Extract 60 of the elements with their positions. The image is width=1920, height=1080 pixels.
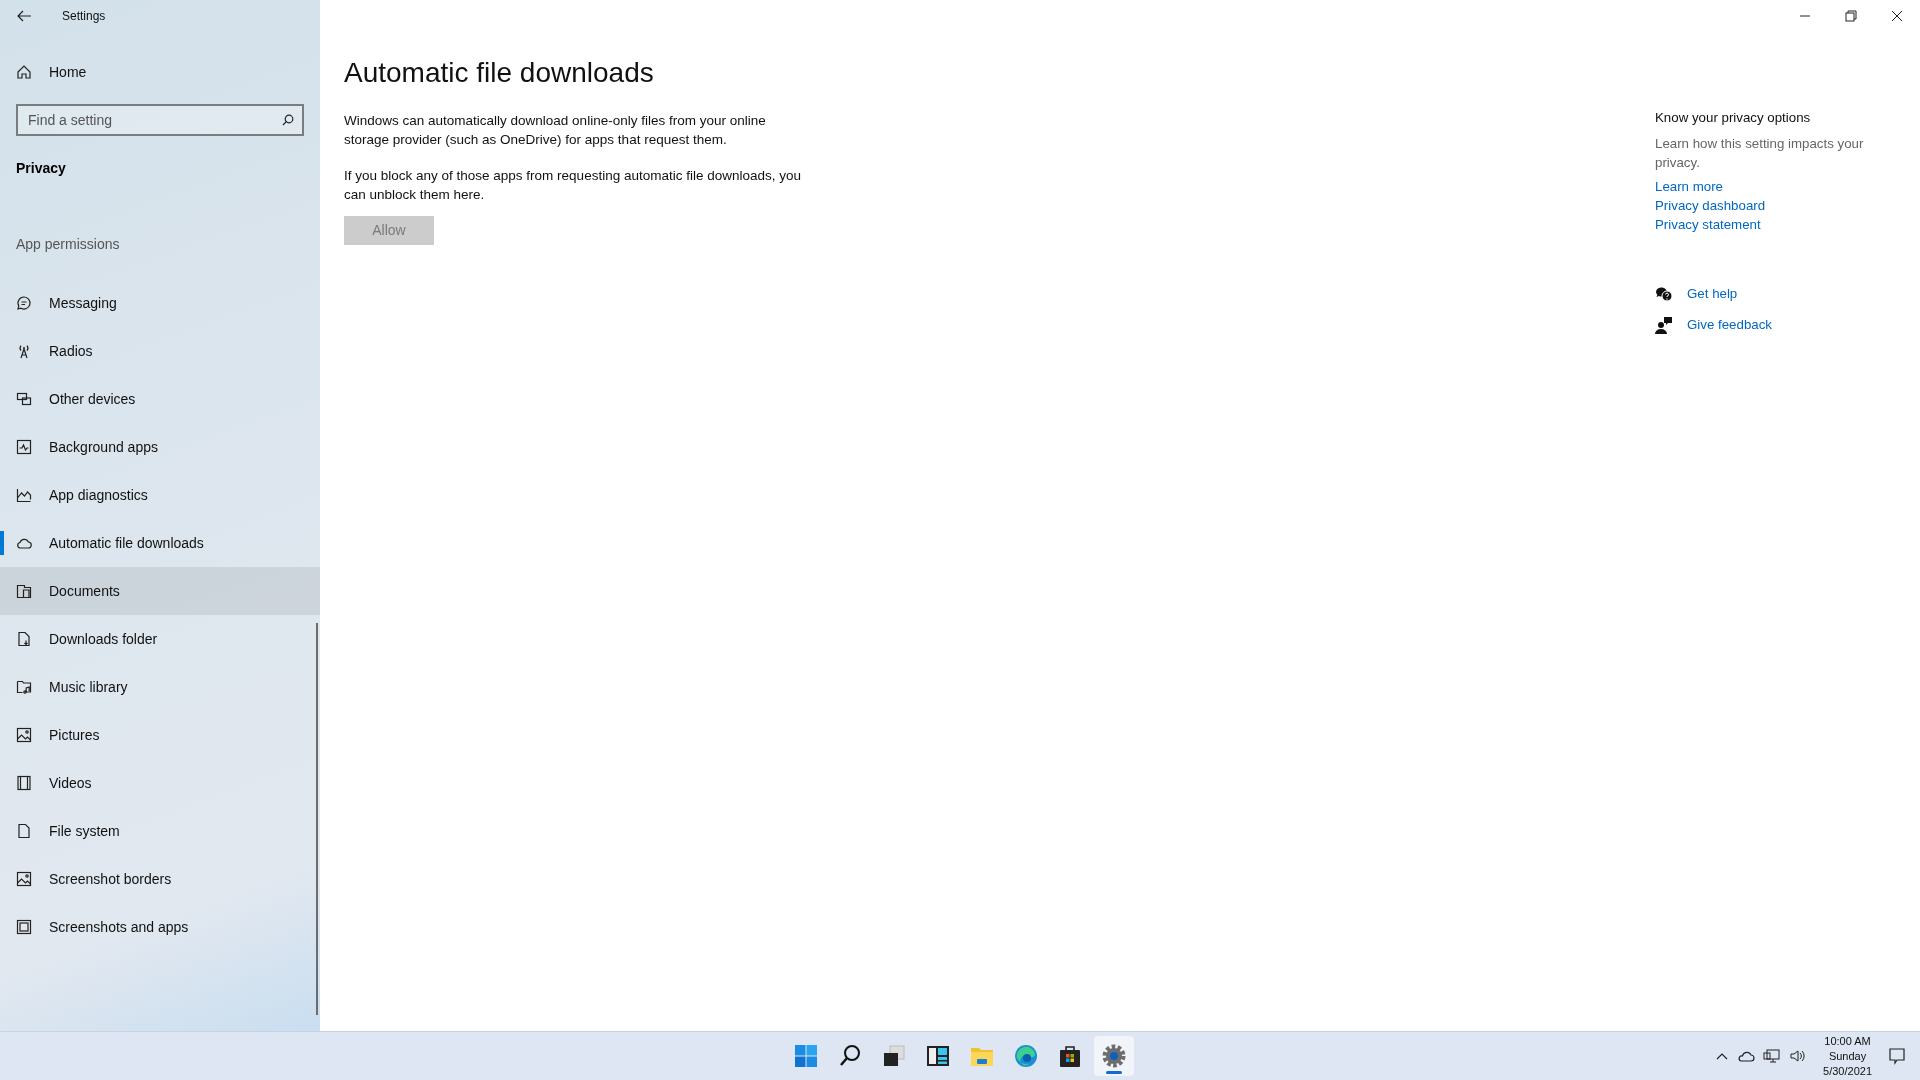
chat-bubble-icon (16, 295, 32, 311)
browser-icon (1012, 1042, 1040, 1070)
active-indicator (1106, 1071, 1122, 1074)
clock-date: 5/30/2021 (1823, 1063, 1872, 1079)
gear-icon (1100, 1042, 1128, 1070)
volume-icon[interactable] (1789, 1048, 1808, 1064)
nav-item[interactable]: Downloads folder (0, 615, 320, 663)
page-title: Automatic file downloads (344, 57, 655, 89)
section-title: Privacy (16, 160, 67, 176)
home-nav-item[interactable]: Home (0, 52, 320, 92)
window-title: Settings (62, 9, 106, 23)
nav-item[interactable]: Background apps (0, 423, 320, 471)
image-icon (16, 727, 32, 743)
nav-item[interactable]: File system (0, 807, 320, 855)
nav-item[interactable]: Other devices (0, 375, 320, 423)
documents-icon (16, 583, 32, 599)
nav-item[interactable]: Messaging (0, 279, 320, 327)
network-icon[interactable] (1763, 1048, 1782, 1064)
activity-icon (16, 439, 32, 455)
aside-heading: Know your privacy options (1655, 110, 1812, 125)
antenna-icon (16, 343, 32, 359)
scrollbar[interactable] (316, 623, 318, 1015)
film-icon (16, 775, 32, 791)
file-download-icon (16, 631, 32, 647)
link[interactable]: Privacy statement (1655, 215, 1761, 234)
clock-time: 10:00 AM (1824, 1033, 1871, 1049)
search-icon (282, 114, 294, 126)
description-text: Windows can automatically download online-only files from your online storage provider (such as OneDrive) for apps that request them. (344, 112, 767, 149)
notification-icon[interactable] (1888, 1047, 1906, 1065)
nav-item[interactable]: App diagnostics (0, 471, 320, 519)
clock[interactable]: 10:00 AM Sunday 5/30/2021 (1823, 1033, 1872, 1079)
nav-item[interactable]: Videos (0, 759, 320, 807)
search-field[interactable]: Find a setting (16, 104, 304, 136)
nav-item[interactable]: Documents (0, 567, 320, 615)
cloud-icon[interactable] (1737, 1049, 1756, 1063)
link[interactable]: Give feedback (1687, 315, 1772, 334)
chart-icon (16, 487, 32, 503)
group-label: App permissions (16, 236, 121, 252)
nav-item[interactable]: Radios (0, 327, 320, 375)
aside-text: Learn how this setting impacts your privacy. (1655, 135, 1865, 172)
feedback-person-icon (1655, 315, 1673, 334)
link[interactable]: Privacy dashboard (1655, 196, 1766, 215)
devices-icon (16, 391, 32, 407)
image-icon (16, 871, 32, 887)
nav-item[interactable]: Music library (0, 663, 320, 711)
start-icon (792, 1042, 820, 1070)
back-icon[interactable] (16, 8, 32, 24)
clock-day: Sunday (1828, 1048, 1867, 1064)
nav-item[interactable]: Screenshots and apps (0, 903, 320, 951)
link[interactable]: Get help (1687, 284, 1738, 303)
nav-item[interactable]: Automatic file downloads (0, 519, 320, 567)
file-icon (16, 823, 32, 839)
home-icon (16, 64, 32, 80)
music-folder-icon (16, 679, 32, 695)
description-text: If you block any of those apps from requesting automatic file downloads, you can unblock them here. (344, 167, 802, 204)
screenshot-icon (16, 919, 32, 935)
nav-item[interactable]: Screenshot borders (0, 855, 320, 903)
link[interactable]: Learn more (1655, 177, 1723, 196)
help-chat-icon (1655, 284, 1673, 303)
nav-item[interactable]: Pictures (0, 711, 320, 759)
